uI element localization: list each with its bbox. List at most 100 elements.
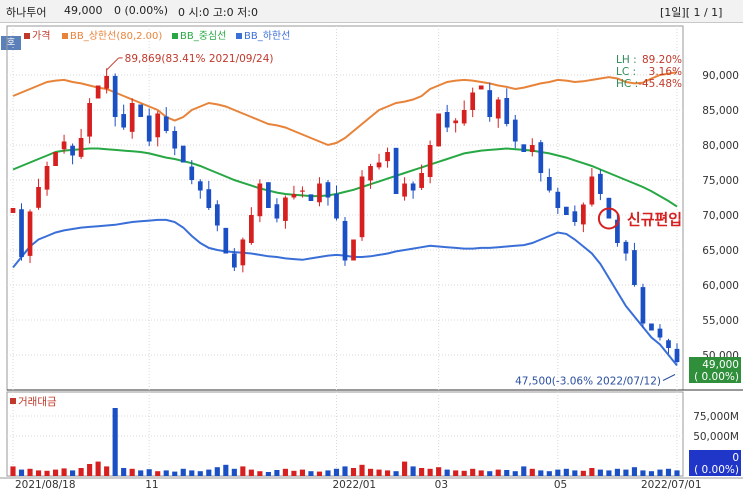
volume-bar xyxy=(104,466,110,476)
price-candle xyxy=(95,85,101,99)
price-candle xyxy=(563,206,569,215)
volume-title-swatch xyxy=(10,398,16,404)
volume-bar xyxy=(257,471,263,476)
price-candle xyxy=(266,182,271,208)
price-candle xyxy=(376,162,382,168)
volume-bar xyxy=(419,468,425,476)
price-candle xyxy=(44,166,50,190)
volume-bar xyxy=(308,471,314,476)
price-tick-label: 90,000 xyxy=(702,70,739,82)
price-candle xyxy=(649,323,654,331)
volume-bar xyxy=(206,469,212,476)
price-tick-label: 75,000 xyxy=(702,175,739,187)
chart-window: 하나투어 49,000 0 (0.00%) 0 시:0 고:0 저:0 [1일]… xyxy=(0,0,743,493)
volume-bar xyxy=(376,469,382,476)
volume-bar xyxy=(325,470,331,476)
high-annotation-leader xyxy=(106,57,119,71)
volume-bar xyxy=(35,470,42,476)
volume-bar xyxy=(504,470,510,476)
volume-bar xyxy=(121,468,127,476)
price-candle xyxy=(359,176,365,238)
time-tick-label: 2021/08/18 xyxy=(15,479,76,491)
volume-bar xyxy=(538,470,544,476)
volume-tick-label: 50,000M xyxy=(693,431,739,443)
time-tick-label: 2022/07/01 xyxy=(641,479,702,491)
price-candle xyxy=(53,152,58,166)
price-candle xyxy=(640,287,646,324)
price-candle xyxy=(257,183,263,217)
volume-bar xyxy=(197,471,203,476)
volume-bar xyxy=(572,470,578,476)
price-candle xyxy=(470,92,476,110)
price-candle xyxy=(478,85,484,90)
volume-bar xyxy=(27,468,33,476)
volume-bar xyxy=(223,464,229,476)
price-candle xyxy=(274,204,280,219)
volume-bar xyxy=(87,464,93,476)
price-candle xyxy=(393,147,399,194)
price-candle xyxy=(521,144,527,152)
volume-bar xyxy=(648,471,655,476)
price-candle xyxy=(572,211,578,222)
volume-bar xyxy=(10,466,16,476)
price-candle xyxy=(666,340,671,348)
price-candle xyxy=(589,176,595,205)
volume-bar xyxy=(597,469,603,476)
volume-bar xyxy=(231,468,237,476)
price-candle xyxy=(555,191,561,208)
price-candle xyxy=(27,211,33,256)
volume-bar xyxy=(155,471,161,476)
price-candle xyxy=(283,197,288,221)
time-tick-label: 05 xyxy=(554,479,567,491)
volume-bar xyxy=(606,470,612,476)
volume-bar xyxy=(52,469,59,476)
volume-bar xyxy=(180,468,186,476)
stat-value: 89.20% xyxy=(642,54,682,66)
volume-panel-border xyxy=(6,391,684,477)
volume-bar xyxy=(316,471,323,476)
price-candle xyxy=(308,194,314,201)
volume-bar xyxy=(555,469,561,476)
price-candle xyxy=(427,145,433,177)
volume-bar xyxy=(580,470,586,476)
price-candle xyxy=(129,103,135,132)
price-candle xyxy=(581,204,586,225)
volume-bar xyxy=(61,468,67,476)
price-candle xyxy=(189,166,195,180)
price-candle xyxy=(410,183,416,191)
price-candle xyxy=(78,138,84,157)
price-candle xyxy=(325,182,331,198)
volume-bar xyxy=(674,470,680,476)
volume-bar xyxy=(282,468,288,476)
price-candle xyxy=(657,328,663,338)
volume-bar xyxy=(393,471,399,476)
volume-bar xyxy=(461,470,467,476)
price-tick-label: 60,000 xyxy=(702,280,739,292)
volume-bar xyxy=(563,468,569,476)
volume-bar xyxy=(640,470,646,476)
volume-bar xyxy=(546,471,552,476)
volume-bar xyxy=(487,471,493,476)
price-tick-label: 85,000 xyxy=(702,105,739,117)
price-candle xyxy=(163,116,169,131)
volume-bar xyxy=(18,469,25,476)
stat-label: LH : xyxy=(616,54,637,66)
volume-bar xyxy=(665,468,672,476)
volume-bar xyxy=(614,468,620,476)
price-candle xyxy=(538,142,544,173)
price-tick-label: 70,000 xyxy=(702,210,739,222)
price-volume-chart[interactable]: 90,000 85,000 80,000 75,000 70,000 65,000 60,0… xyxy=(0,0,743,493)
price-candle xyxy=(249,215,254,243)
volume-bar xyxy=(189,470,195,476)
volume-bar xyxy=(657,469,663,476)
volume-bar xyxy=(589,468,595,476)
price-candle xyxy=(317,183,322,203)
price-candle xyxy=(36,187,41,208)
price-candle xyxy=(436,113,441,147)
price-candle xyxy=(197,181,203,191)
volume-bar xyxy=(436,467,442,476)
volume-bar xyxy=(70,470,76,476)
price-candle xyxy=(623,241,629,254)
volume-bar xyxy=(410,466,416,476)
volume-bar xyxy=(333,468,340,476)
